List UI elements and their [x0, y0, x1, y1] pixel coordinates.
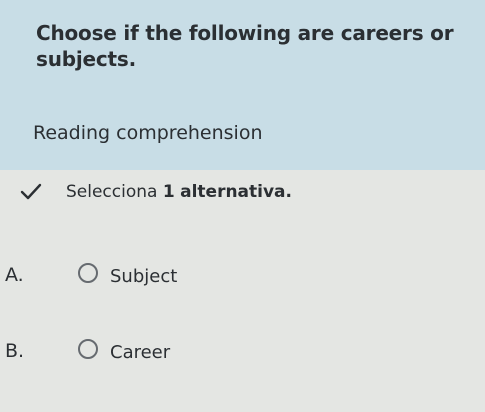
option-letter-a: A.	[5, 264, 24, 286]
option-label-b[interactable]: Career	[110, 341, 170, 365]
instruction-prefix: Selecciona	[66, 182, 158, 202]
option-a[interactable]: A. Subject	[0, 257, 485, 297]
instruction-count: 1	[162, 182, 175, 202]
option-b[interactable]: B. Career	[0, 333, 485, 373]
instruction-suffix: alternativa.	[180, 182, 292, 202]
option-label-a[interactable]: Subject	[110, 265, 177, 289]
question-card: Choose if the following are careers or s…	[0, 0, 485, 170]
question-title: Choose if the following are careers or s…	[36, 21, 454, 71]
radio-button-a[interactable]	[78, 263, 98, 283]
instruction-row: Selecciona 1 alternativa.	[20, 180, 292, 204]
instruction-text: Selecciona 1 alternativa.	[66, 182, 292, 202]
radio-button-b[interactable]	[78, 339, 98, 359]
check-icon	[20, 183, 42, 200]
question-prompt: Reading comprehension	[33, 122, 263, 144]
option-letter-b: B.	[5, 340, 25, 362]
